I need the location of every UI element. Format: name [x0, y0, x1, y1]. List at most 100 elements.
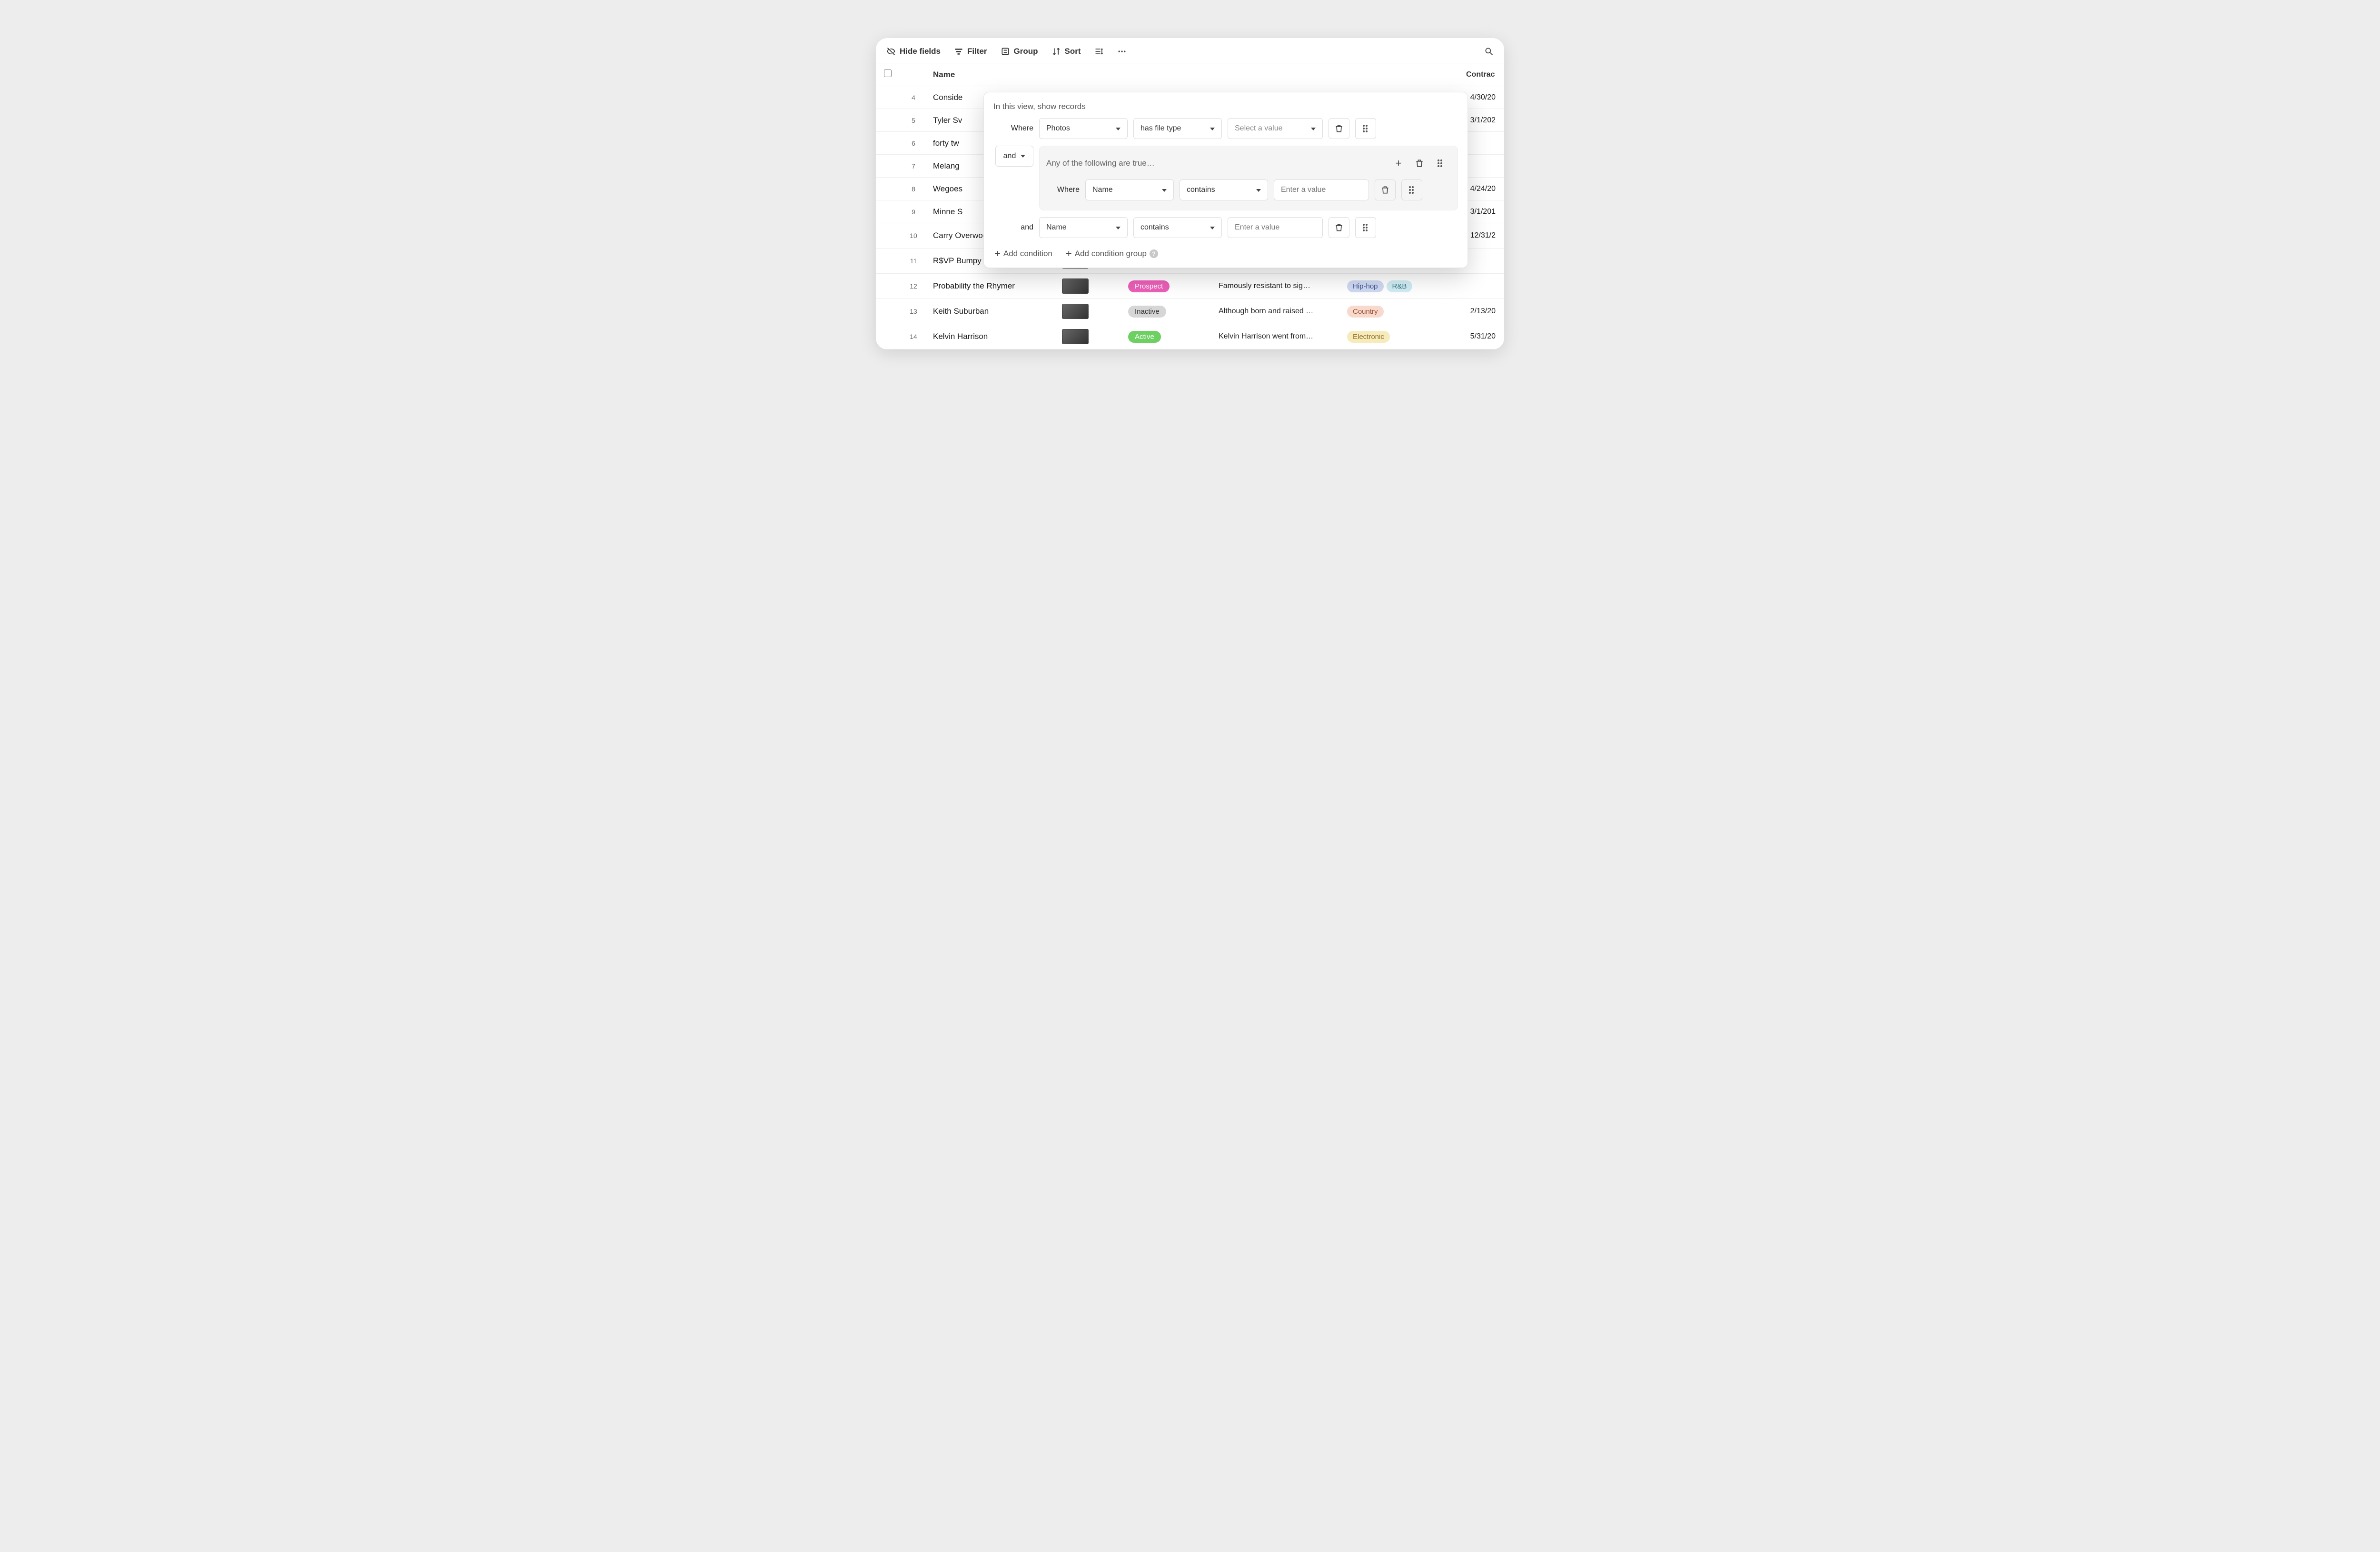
value-input-field[interactable] [1281, 186, 1362, 194]
delete-condition-button[interactable] [1375, 179, 1396, 200]
tags-cell[interactable]: Country [1341, 301, 1460, 322]
grip-icon [1409, 186, 1415, 194]
operator-select[interactable]: has file type [1133, 118, 1222, 139]
select-all-cell [876, 65, 900, 84]
row-number: 7 [900, 158, 927, 175]
filter-popover: In this view, show records Where Photos … [983, 92, 1468, 268]
group-button[interactable]: Group [1001, 47, 1038, 56]
field-select[interactable]: Name [1039, 217, 1128, 238]
grip-icon [1438, 159, 1443, 167]
header-row: Name Contrac [876, 63, 1504, 86]
name-header[interactable]: Name [927, 65, 1056, 84]
app-window: Hide fields Filter Group Sort [876, 38, 1504, 349]
add-condition-button[interactable]: + Add condition [994, 249, 1052, 259]
filter-condition-3: and Name contains [993, 217, 1458, 238]
status-cell[interactable]: Prospect [1122, 276, 1213, 297]
group-icon [1001, 47, 1010, 56]
tags-header [1341, 70, 1460, 80]
delete-condition-button[interactable] [1329, 217, 1349, 238]
caret-down-icon [1116, 227, 1121, 229]
hide-fields-button[interactable]: Hide fields [886, 47, 941, 56]
grip-icon [1363, 224, 1368, 231]
value-input-field[interactable] [1235, 223, 1316, 232]
filter-button[interactable]: Filter [954, 47, 987, 56]
photo-cell[interactable] [1056, 274, 1122, 298]
caret-down-icon [1116, 128, 1121, 130]
field-select[interactable]: Name [1085, 179, 1174, 200]
operator-select[interactable]: contains [1133, 217, 1222, 238]
row-number: 4 [900, 89, 927, 106]
date-cell[interactable]: 5/31/20 [1460, 328, 1504, 346]
photo-thumbnail [1062, 279, 1089, 294]
sort-button[interactable]: Sort [1051, 47, 1081, 56]
photo-cell[interactable] [1056, 324, 1122, 349]
filter-heading: In this view, show records [993, 102, 1458, 111]
value-input[interactable] [1228, 217, 1323, 238]
filter-icon [954, 47, 963, 56]
row-height-button[interactable] [1094, 47, 1104, 56]
field-select[interactable]: Photos [1039, 118, 1128, 139]
where-label: Where [993, 124, 1033, 133]
group-label: Group [1014, 47, 1038, 56]
condition-group: Any of the following are true… + Where [1039, 146, 1458, 210]
table-row[interactable]: 14Kelvin Harrison ActiveKelvin Harrison w… [876, 324, 1504, 349]
row-number: 8 [900, 180, 927, 198]
status-cell[interactable]: Inactive [1122, 301, 1213, 322]
select-all-checkbox[interactable] [884, 70, 892, 77]
add-condition-label: Add condition [1003, 249, 1052, 259]
photo-header [1056, 70, 1122, 80]
plus-icon: + [994, 249, 1001, 259]
genre-tag: Electronic [1347, 331, 1390, 343]
date-cell[interactable]: 2/13/20 [1460, 302, 1504, 320]
operator-select-value: has file type [1140, 124, 1181, 133]
value-input[interactable] [1274, 179, 1369, 200]
more-icon [1117, 47, 1127, 56]
delete-group-button[interactable] [1409, 153, 1430, 174]
photo-cell[interactable] [1056, 299, 1122, 324]
trash-icon [1334, 124, 1344, 133]
operator-select[interactable]: contains [1180, 179, 1268, 200]
drag-condition-handle[interactable] [1355, 217, 1376, 238]
contract-header[interactable]: Contrac [1460, 66, 1504, 84]
name-cell[interactable]: Keith Suburban [927, 302, 1056, 321]
date-cell[interactable] [1460, 281, 1504, 291]
table-row[interactable]: 13Keith SuburbanInactiveAlthough born an… [876, 299, 1504, 324]
tags-cell[interactable]: Electronic [1341, 326, 1460, 348]
row-number: 14 [900, 328, 927, 345]
caret-down-icon [1256, 189, 1261, 192]
row-number: 9 [900, 203, 927, 220]
description-cell[interactable]: Famously resistant to sig… [1213, 277, 1341, 295]
status-badge: Inactive [1128, 306, 1166, 318]
description-cell[interactable]: Kelvin Harrison went from… [1213, 328, 1341, 346]
row-number: 6 [900, 135, 927, 152]
caret-down-icon [1162, 189, 1167, 192]
caret-down-icon [1311, 128, 1316, 130]
help-icon: ? [1150, 249, 1158, 258]
add-condition-group-button[interactable]: + Add condition group ? [1066, 249, 1158, 259]
add-condition-group-label: Add condition group [1075, 249, 1147, 259]
more-button[interactable] [1117, 47, 1127, 56]
add-nested-condition-button[interactable]: + [1388, 153, 1409, 174]
status-cell[interactable]: Active [1122, 326, 1213, 348]
drag-condition-handle[interactable] [1401, 179, 1422, 200]
row-height-icon [1094, 47, 1104, 56]
value-select[interactable]: Select a value [1228, 118, 1323, 139]
search-button[interactable] [1484, 47, 1494, 56]
conjunction-select[interactable]: and [995, 146, 1033, 167]
name-cell[interactable]: Kelvin Harrison [927, 327, 1056, 346]
photo-thumbnail [1062, 304, 1089, 319]
drag-condition-handle[interactable] [1355, 118, 1376, 139]
tags-cell[interactable]: Hip-hopR&B [1341, 276, 1460, 297]
trash-icon [1415, 159, 1424, 168]
operator-select-value: contains [1140, 223, 1169, 232]
description-cell[interactable]: Although born and raised … [1213, 302, 1341, 320]
delete-condition-button[interactable] [1329, 118, 1349, 139]
operator-select-value: contains [1187, 186, 1215, 194]
caret-down-icon [1210, 227, 1215, 229]
trash-icon [1380, 185, 1390, 195]
drag-group-handle[interactable] [1430, 153, 1451, 174]
table-row[interactable]: 12Probability the RhymerProspectFamously… [876, 274, 1504, 299]
name-cell[interactable]: Probability the Rhymer [927, 277, 1056, 296]
field-select-value: Photos [1046, 124, 1070, 133]
row-number: 5 [900, 112, 927, 129]
